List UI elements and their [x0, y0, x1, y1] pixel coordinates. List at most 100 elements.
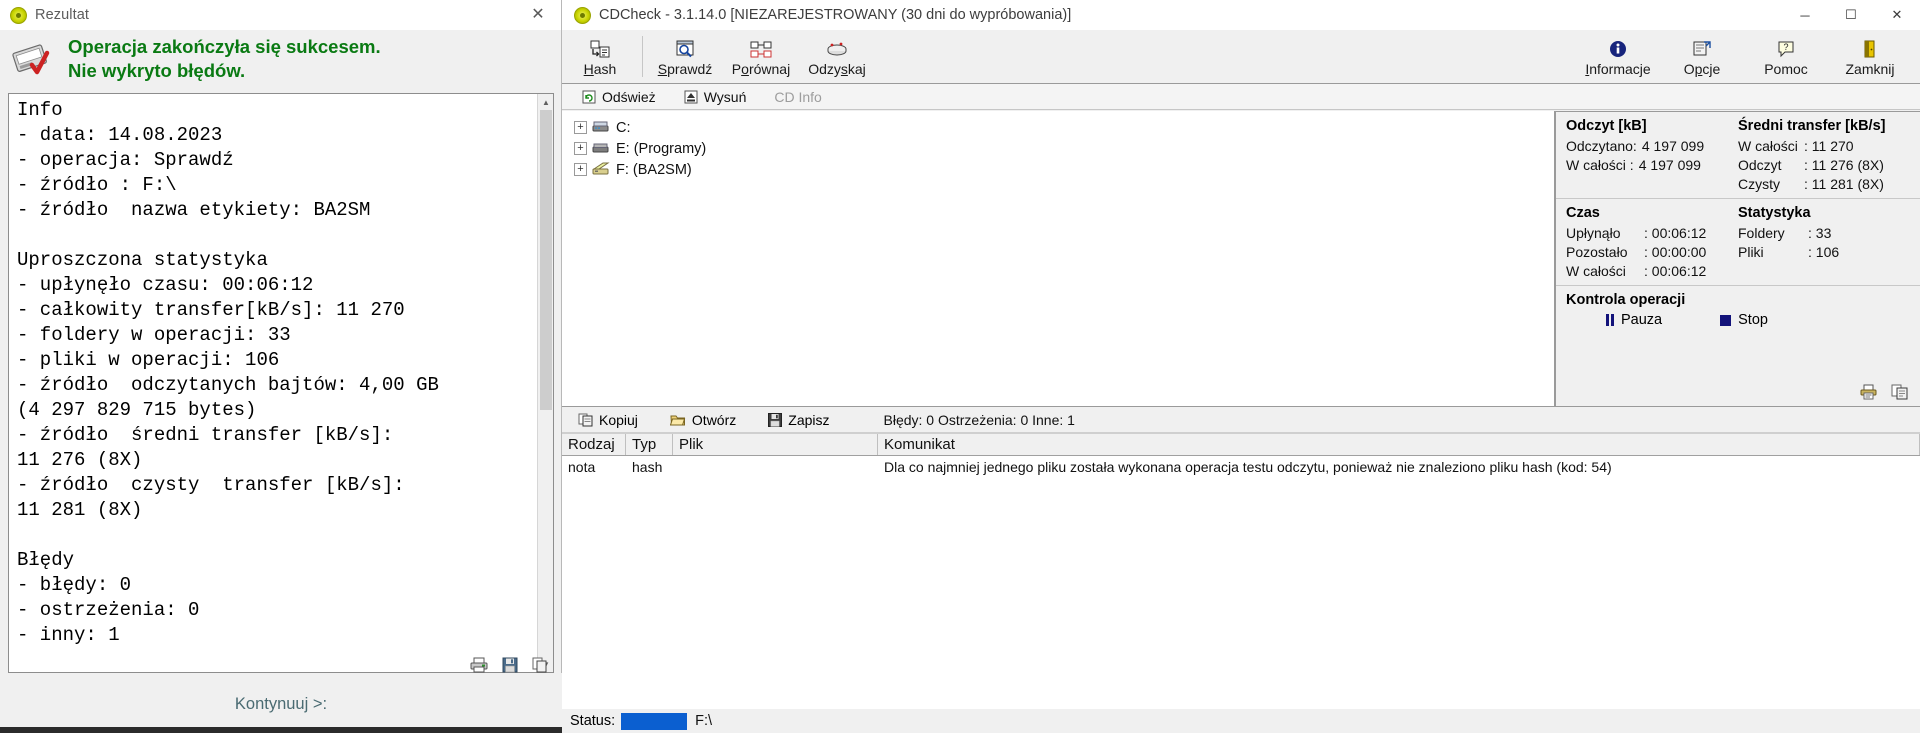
- copy-icon[interactable]: [532, 657, 548, 673]
- stats-row: Pozostało : 00:00:00: [1566, 243, 1738, 262]
- stats-label: Odczytano:: [1566, 138, 1637, 154]
- stats-row: Czysty : 11 281 (8X): [1738, 175, 1910, 194]
- kopiuj-button[interactable]: Kopiuj: [562, 412, 654, 428]
- rezultat-log-textbox[interactable]: Info - data: 14.08.2023 - operacja: Spra…: [8, 93, 554, 673]
- statusbar: Status: F:\: [562, 709, 1920, 733]
- stats-label: Odczyt: [1738, 157, 1790, 173]
- hash-button[interactable]: Hash: [562, 30, 638, 83]
- tree-item-c[interactable]: + C:: [568, 117, 1554, 138]
- cell-plik: [673, 456, 878, 477]
- options-icon: [1692, 39, 1712, 59]
- odswiez-label: Odśwież: [602, 88, 656, 105]
- column-header-typ[interactable]: Typ: [626, 434, 673, 455]
- informacje-button-label: Informacje: [1585, 60, 1651, 77]
- tree-item-label: E: (Programy): [616, 140, 707, 157]
- expander-plus-icon[interactable]: +: [574, 142, 587, 155]
- close-icon[interactable]: ✕: [525, 4, 551, 26]
- cell-komunikat: Dla co najmniej jednego pliku została wy…: [884, 458, 1612, 475]
- hash-icon: [590, 39, 610, 59]
- tree-item-f[interactable]: + F: (BA2SM): [568, 159, 1554, 180]
- rezultat-titlebar: Rezultat ✕: [0, 0, 561, 30]
- tree-item-e[interactable]: + E: (Programy): [568, 138, 1554, 159]
- stats-value: : 106: [1808, 244, 1840, 260]
- stats-value: : 11 276 (8X): [1804, 157, 1884, 173]
- minimize-button[interactable]: ─: [1782, 0, 1828, 30]
- messages-table: Rodzaj Typ Plik Komunikat nota hash Dla …: [562, 434, 1920, 709]
- sprawdz-button[interactable]: Sprawdź: [647, 30, 723, 83]
- progress-bar: [621, 712, 688, 730]
- porownaj-button[interactable]: Porównaj: [723, 30, 799, 83]
- hash-button-label: Hash: [583, 60, 617, 77]
- sredni-transfer-title: Średni transfer [kB/s]: [1738, 118, 1886, 134]
- drive-tree[interactable]: + C: + E: (Programy) + F: (BA2SM): [562, 111, 1555, 407]
- stats-row: W całości : 11 270: [1738, 137, 1910, 156]
- informacje-button[interactable]: Informacje: [1576, 30, 1660, 83]
- copy-icon: [578, 413, 593, 427]
- refresh-icon: [582, 90, 596, 104]
- stats-section-time-statistics: Czas Upłynąło : 00:06:12 Pozostało : 00:…: [1556, 198, 1920, 400]
- stats-col-transfer: Średni transfer [kB/s] W całości : 11 27…: [1738, 118, 1910, 194]
- screen-root: Rezultat ✕ Operacja zakończyła się sukce…: [0, 0, 1920, 733]
- kontynuuj-button[interactable]: Kontynuuj >:: [0, 695, 562, 714]
- eject-icon: [684, 90, 698, 104]
- help-icon: ?: [1777, 39, 1795, 59]
- stats-label: W całości :: [1566, 157, 1634, 173]
- save-icon[interactable]: [502, 657, 518, 673]
- table-row[interactable]: nota hash Dla co najmniej jednego pliku …: [562, 456, 1920, 477]
- czas-title: Czas: [1566, 205, 1600, 221]
- stats-value: 4 197 099: [1641, 138, 1705, 154]
- opcje-button[interactable]: Opcje: [1660, 30, 1744, 83]
- optical-drive-icon: [592, 162, 610, 178]
- rezultat-banner: Operacja zakończyła się sukcesem. Nie wy…: [0, 30, 561, 88]
- column-header-plik[interactable]: Plik: [673, 434, 878, 455]
- rezultat-title: Rezultat: [35, 7, 89, 23]
- zamknij-button-label: Zamknij: [1845, 60, 1895, 77]
- column-header-rodzaj[interactable]: Rodzaj: [562, 434, 626, 455]
- odzyskaj-button[interactable]: Odzyskaj: [799, 30, 875, 83]
- stats-row: Odczyt : 11 276 (8X): [1738, 156, 1910, 175]
- print-report-icon[interactable]: [1860, 384, 1877, 400]
- stats-label: Pliki: [1738, 244, 1780, 260]
- porownaj-button-label: Porównaj: [731, 60, 791, 77]
- cell-rodzaj: nota: [568, 458, 596, 475]
- pomoc-button[interactable]: ? Pomoc: [1744, 30, 1828, 83]
- zapisz-button[interactable]: Zapisz: [752, 412, 845, 428]
- stats-label: W całości: [1738, 138, 1798, 154]
- cd-disc-icon: [574, 6, 591, 24]
- stats-label: Czysty: [1738, 176, 1788, 192]
- cell-typ: hash: [632, 458, 663, 475]
- odswiez-button[interactable]: Odśwież: [568, 89, 670, 105]
- pauza-button[interactable]: Pauza: [1606, 312, 1662, 328]
- tree-item-label: F: (BA2SM): [616, 161, 692, 178]
- wysun-button[interactable]: Wysuń: [670, 89, 761, 105]
- cd-info-button: CD Info: [760, 89, 835, 105]
- toolbar-group-mid: Sprawdź Porównaj Odzyskaj: [647, 30, 875, 83]
- printer-icon[interactable]: [470, 657, 488, 673]
- rezultat-window: Rezultat ✕ Operacja zakończyła się sukce…: [0, 0, 562, 733]
- column-header-komunikat[interactable]: Komunikat: [878, 434, 1920, 455]
- copy-report-icon[interactable]: [1891, 384, 1908, 400]
- opcje-button-label: Opcje: [1683, 60, 1721, 77]
- zamknij-button[interactable]: Zamknij: [1828, 30, 1912, 83]
- rezultat-scrollbar[interactable]: ▲ ▼: [537, 94, 553, 672]
- scrollbar-thumb[interactable]: [540, 110, 552, 410]
- stats-panel: Odczyt [kB] Odczytano: 4 197 099 W całoś…: [1555, 111, 1920, 407]
- expander-plus-icon[interactable]: +: [574, 121, 587, 134]
- rezultat-bottom-edge: [0, 727, 562, 733]
- wysun-label: Wysuń: [703, 88, 747, 105]
- stats-col-statistics: Statystyka Foldery : 33 Pliki : 106: [1738, 205, 1910, 281]
- expander-plus-icon[interactable]: +: [574, 163, 587, 176]
- info-icon: [1609, 39, 1627, 59]
- kontrola-operacji-title: Kontrola operacji: [1566, 292, 1686, 308]
- maximize-button[interactable]: ☐: [1828, 0, 1874, 30]
- kopiuj-label: Kopiuj: [599, 411, 638, 428]
- pause-icon: [1606, 314, 1614, 326]
- cdcheck-subtoolbar: Odśwież Wysuń CD Info: [562, 84, 1920, 110]
- stop-label: Stop: [1738, 312, 1768, 328]
- stats-value: : 11 281 (8X): [1804, 176, 1884, 192]
- toolbar-separator: [642, 36, 643, 77]
- scroll-up-icon[interactable]: ▲: [538, 94, 553, 110]
- stop-button[interactable]: Stop: [1720, 312, 1768, 328]
- otworz-button[interactable]: Otwórz: [654, 412, 752, 428]
- close-button[interactable]: ✕: [1874, 0, 1920, 30]
